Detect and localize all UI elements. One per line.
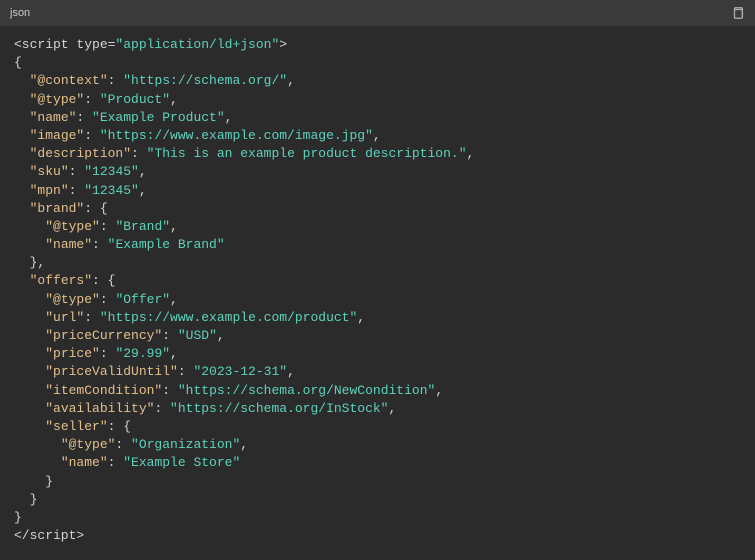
- key-mpn: "mpn": [30, 183, 69, 198]
- code-line: "seller": {: [14, 418, 741, 436]
- key-seller: "seller": [45, 419, 107, 434]
- code-line: "@type": "Brand",: [14, 218, 741, 236]
- code-line: "brand": {: [14, 200, 741, 218]
- key-seller-name: "name": [61, 455, 108, 470]
- code-line: "@type": "Organization",: [14, 436, 741, 454]
- key-name: "name": [30, 110, 77, 125]
- key-context: "@context": [30, 73, 108, 88]
- code-block: <script type="application/ld+json"> { "@…: [0, 26, 755, 560]
- script-type: "application/ld+json": [115, 37, 279, 52]
- key-sku: "sku": [30, 164, 69, 179]
- code-line: "@type": "Product",: [14, 91, 741, 109]
- val-availability: "https://schema.org/InStock": [170, 401, 388, 416]
- code-line: }: [14, 473, 741, 491]
- key-seller-type: "@type": [61, 437, 116, 452]
- key-type: "@type": [30, 92, 85, 107]
- code-line: "mpn": "12345",: [14, 182, 741, 200]
- code-line: "name": "Example Store": [14, 454, 741, 472]
- script-close: </script>: [14, 528, 84, 543]
- key-url: "url": [45, 310, 84, 325]
- code-line: "name": "Example Brand": [14, 236, 741, 254]
- val-url: "https://www.example.com/product": [100, 310, 357, 325]
- key-price: "price": [45, 346, 100, 361]
- val-offer-type: "Offer": [115, 292, 170, 307]
- code-line: <script type="application/ld+json">: [14, 36, 741, 54]
- key-price-currency: "priceCurrency": [45, 328, 162, 343]
- code-line: "image": "https://www.example.com/image.…: [14, 127, 741, 145]
- val-context: "https://schema.org/": [123, 73, 287, 88]
- val-seller-type: "Organization": [131, 437, 240, 452]
- code-line: "priceValidUntil": "2023-12-31",: [14, 363, 741, 381]
- val-brand-name: "Example Brand": [108, 237, 225, 252]
- val-sku: "12345": [84, 164, 139, 179]
- code-line: "url": "https://www.example.com/product"…: [14, 309, 741, 327]
- key-brand-type: "@type": [45, 219, 100, 234]
- code-line: }: [14, 491, 741, 509]
- script-open-end: >: [279, 37, 287, 52]
- code-line: {: [14, 54, 741, 72]
- code-line: "sku": "12345",: [14, 163, 741, 181]
- code-line: </script>: [14, 527, 741, 545]
- code-line: "price": "29.99",: [14, 345, 741, 363]
- script-open: <script type=: [14, 37, 115, 52]
- code-line: "@context": "https://schema.org/",: [14, 72, 741, 90]
- val-brand-type: "Brand": [115, 219, 170, 234]
- val-item-condition: "https://schema.org/NewCondition": [178, 383, 435, 398]
- key-price-valid-until: "priceValidUntil": [45, 364, 178, 379]
- code-line: "priceCurrency": "USD",: [14, 327, 741, 345]
- val-price: "29.99": [115, 346, 170, 361]
- key-image: "image": [30, 128, 85, 143]
- copy-icon[interactable]: [731, 6, 745, 20]
- key-brand-name: "name": [45, 237, 92, 252]
- val-price-currency: "USD": [178, 328, 217, 343]
- val-description: "This is an example product description.…: [147, 146, 467, 161]
- val-seller-name: "Example Store": [123, 455, 240, 470]
- key-item-condition: "itemCondition": [45, 383, 162, 398]
- key-offer-type: "@type": [45, 292, 100, 307]
- val-name: "Example Product": [92, 110, 225, 125]
- language-label: json: [10, 7, 30, 19]
- key-description: "description": [30, 146, 131, 161]
- code-block-header: json: [0, 0, 755, 26]
- code-line: "availability": "https://schema.org/InSt…: [14, 400, 741, 418]
- code-line: "description": "This is an example produ…: [14, 145, 741, 163]
- code-line: }: [14, 509, 741, 527]
- val-price-valid-until: "2023-12-31": [193, 364, 287, 379]
- code-line: "offers": {: [14, 272, 741, 290]
- code-line: "itemCondition": "https://schema.org/New…: [14, 382, 741, 400]
- key-brand: "brand": [30, 201, 85, 216]
- key-availability: "availability": [45, 401, 154, 416]
- code-line: "@type": "Offer",: [14, 291, 741, 309]
- val-image: "https://www.example.com/image.jpg": [100, 128, 373, 143]
- key-offers: "offers": [30, 273, 92, 288]
- code-line: "name": "Example Product",: [14, 109, 741, 127]
- val-mpn: "12345": [84, 183, 139, 198]
- val-type: "Product": [100, 92, 170, 107]
- code-line: },: [14, 254, 741, 272]
